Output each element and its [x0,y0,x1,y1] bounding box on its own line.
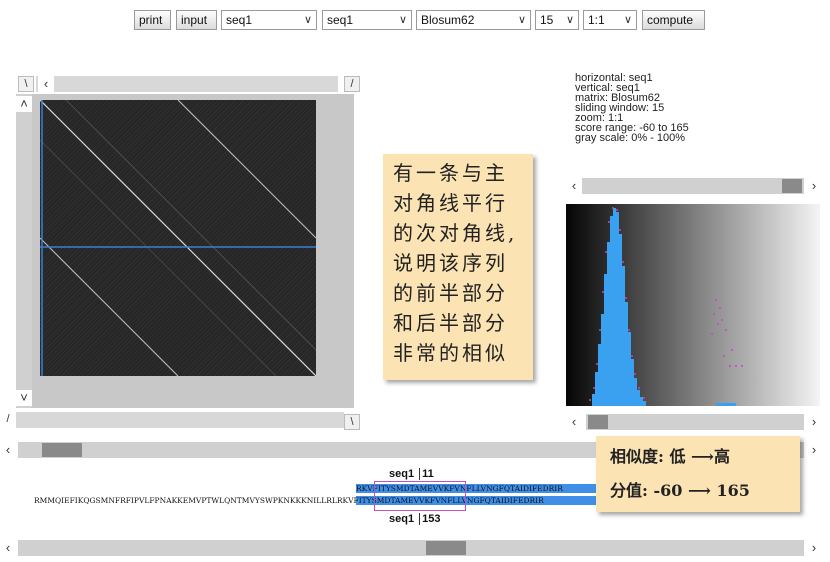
dotplot-bottom-bar [16,412,344,428]
chevron-down-icon: ∨ [303,14,312,26]
chevron-up-icon[interactable]: ˄ [16,96,32,112]
chevron-down-icon: ∨ [565,14,574,26]
annotation-line: 的次对角线, [393,221,518,245]
chevron-left-icon[interactable]: ‹ [566,414,582,430]
annotation-line: 非常的相似 [393,341,508,365]
chevron-down-icon[interactable]: ˅ [16,390,32,406]
alignment-hscroll-bottom[interactable] [18,540,804,556]
zoom-value: 1:1 [588,13,605,27]
annotation-line: 的前半部分 [393,281,508,305]
top-seq-label: seq1 11 [389,468,434,480]
print-button[interactable]: print [134,10,171,30]
chevron-left-icon[interactable]: ‹ [566,178,582,194]
window-select[interactable]: 15 ∨ [535,10,579,30]
score-histogram[interactable] [566,204,820,406]
annotation-note: 有一条与主 对角线平行 的次对角线, 说明该序列 的前半部分 和后半部分 非常的… [383,154,533,380]
scroll-thumb[interactable] [782,179,802,193]
annotation-line: 和后半部分 [393,311,508,335]
zoom-select[interactable]: 1:1 ∨ [583,10,637,30]
input-button[interactable]: input [176,10,217,30]
vertical-seq-select[interactable]: seq1 ∨ [322,10,412,30]
window-value: 15 [540,13,554,27]
chevron-left-icon[interactable]: ‹ [0,442,16,458]
bottom-seq-label: seq1 153 [389,513,441,525]
bottom-seq-name: seq1 [389,513,415,525]
top-seq-position: 11 [419,468,434,480]
matrix-select[interactable]: Blosum62 ∨ [416,10,531,30]
histogram-top-scroll[interactable] [566,178,804,194]
sliding-window-box [374,481,466,511]
chevron-left-icon[interactable]: ‹ [38,76,54,92]
vertical-seq-value: seq1 [327,13,354,27]
chevron-right-icon[interactable]: › [806,540,822,556]
corner-split-handle[interactable]: \ [18,76,34,92]
chevron-down-icon: ∨ [398,14,407,26]
scroll-thumb[interactable] [588,415,608,429]
score-legend-note: 相似度: 低 ⟶高 分值: -60 ⟶ 165 [596,436,800,512]
chevron-right-icon[interactable]: › [806,414,822,430]
chevron-left-icon[interactable]: ‹ [0,540,16,556]
dotplot-hscroll[interactable]: ‹ › [36,76,356,92]
chevron-down-icon: ∨ [517,14,526,26]
scroll-thumb[interactable] [42,443,82,457]
corner-split-handle[interactable]: / [344,76,360,92]
similarity-legend: 相似度: 低 ⟶高 [610,447,730,466]
bottom-seq-position: 153 [419,513,441,525]
compute-button[interactable]: compute [642,10,705,30]
top-seq-name: seq1 [389,468,415,480]
histogram-bottom-scroll[interactable] [586,414,804,430]
annotation-line: 对角线平行 [393,191,508,215]
dotplot-vscroll[interactable]: ˄ ˅ [16,94,32,408]
annotation-line: 说明该序列 [393,251,508,275]
matrix-value: Blosum62 [421,13,475,27]
corner-split-handle[interactable]: \ [344,414,360,430]
chevron-right-icon[interactable]: › [806,442,822,458]
chevron-down-icon: ∨ [623,14,632,26]
horizontal-seq-select[interactable]: seq1 ∨ [221,10,317,30]
info-gray-scale: gray scale: 0% - 100% [575,132,686,144]
corner-split-handle[interactable]: / [0,412,16,428]
annotation-line: 有一条与主 [393,161,508,185]
dotplot-canvas[interactable] [40,100,316,376]
scroll-thumb[interactable] [426,541,466,555]
chevron-right-icon[interactable]: › [806,178,822,194]
score-legend: 分值: -60 ⟶ 165 [610,481,750,500]
bottom-sequence: RMMQIEFIKQGSMNFRFIPVLFPNAKKEMVPTWLQNTMVY… [34,496,544,505]
horizontal-seq-value: seq1 [226,13,253,27]
